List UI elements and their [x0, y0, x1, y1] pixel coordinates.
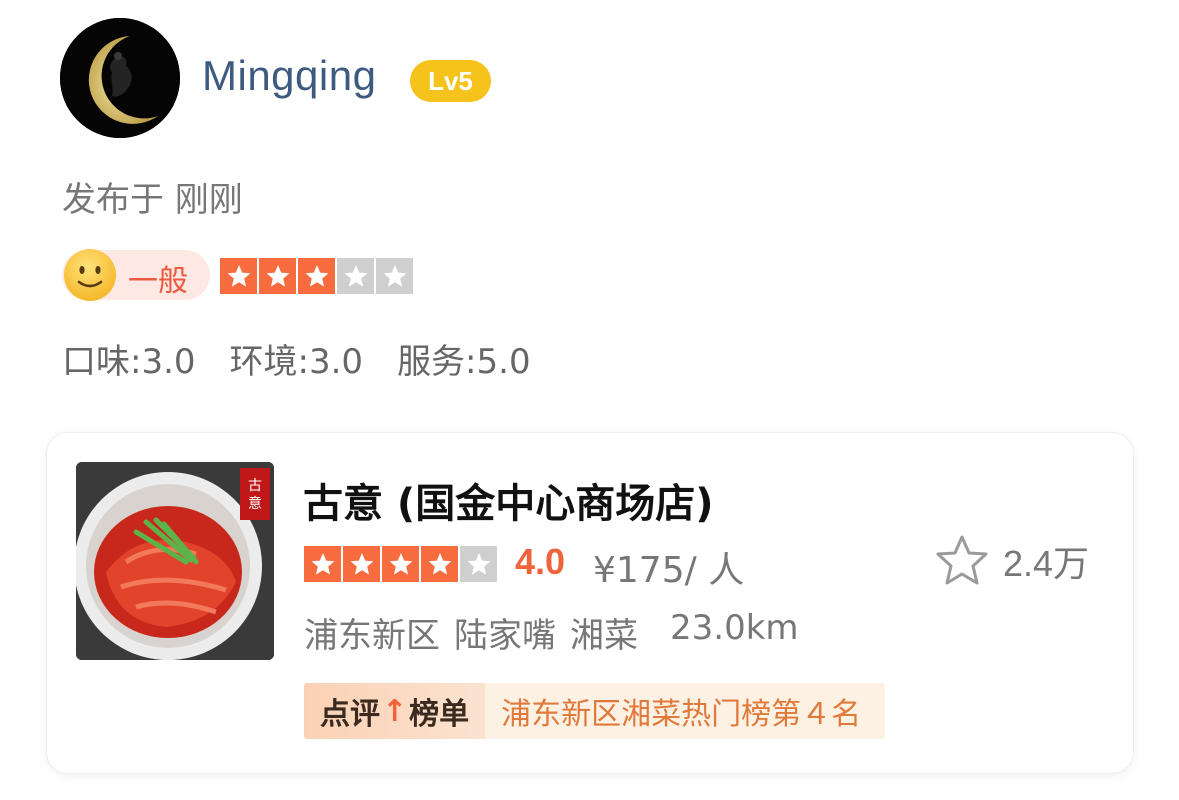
svg-text:古: 古	[248, 478, 262, 494]
shop-score: 4.0	[515, 541, 566, 582]
favorite-count: 2.4万	[1003, 543, 1090, 584]
mood-tag: 一般	[62, 249, 210, 301]
ranking-text: 浦东新区湘菜热门榜第４名	[485, 683, 886, 739]
star-filled-icon	[304, 546, 341, 582]
svg-text:意: 意	[248, 495, 262, 512]
mood-label: 一般	[128, 264, 188, 299]
shop-star-rating	[304, 546, 497, 582]
shop-card[interactable]: 古 意 古意 (国金中心商场店) 4.0 ¥175/ 人 2.4万 浦东新区 陆…	[46, 432, 1134, 774]
review-card: Mingqing Lv5 发布于 刚刚 一般 口味:3.0 环境:3.0 服务:…	[0, 0, 1179, 800]
dish-photo: 古 意	[76, 462, 274, 660]
star-filled-icon	[343, 546, 380, 582]
shop-name[interactable]: 古意 (国金中心商场店)	[303, 471, 714, 529]
ranking-brand-right: 榜单	[409, 697, 470, 732]
subscores: 口味:3.0 环境:3.0 服务:5.0	[62, 334, 531, 383]
shop-price: ¥175/ 人	[593, 550, 745, 591]
ranking-brand-left: 点评	[320, 697, 380, 732]
subscore-service: 服务:5.0	[397, 342, 531, 382]
publish-time: 发布于 刚刚	[62, 180, 243, 220]
subscore-taste: 口味:3.0	[62, 342, 196, 382]
star-filled-icon	[382, 546, 419, 582]
arrow-up-icon: ↑	[382, 693, 408, 729]
ranking-brand: 点评 ↑ 榜单	[304, 683, 486, 739]
star-empty-icon	[337, 258, 374, 294]
avatar-image	[60, 18, 180, 138]
review-star-rating	[220, 258, 413, 294]
ranking-tag[interactable]: 点评 ↑ 榜单 浦东新区湘菜热门榜第４名	[304, 683, 886, 739]
shop-meta: 浦东新区 陆家嘴 湘菜 23.0km	[304, 608, 799, 657]
avatar[interactable]	[60, 18, 180, 138]
shop-district: 浦东新区	[304, 616, 440, 656]
star-filled-icon	[298, 258, 335, 294]
star-filled-icon	[421, 546, 458, 582]
shop-thumbnail[interactable]: 古 意	[76, 462, 274, 660]
shop-area: 陆家嘴	[454, 616, 556, 656]
smile-face-icon	[64, 249, 116, 301]
star-empty-icon	[460, 546, 497, 582]
username[interactable]: Mingqing	[202, 52, 376, 100]
star-filled-icon	[220, 258, 257, 294]
favorite-button[interactable]: 2.4万	[933, 533, 1089, 589]
star-outline-icon	[936, 535, 988, 585]
shop-cuisine: 湘菜	[570, 616, 638, 656]
star-empty-icon	[376, 258, 413, 294]
star-filled-icon	[259, 258, 296, 294]
subscore-environment: 环境:3.0	[229, 342, 364, 382]
level-badge: Lv5	[410, 60, 491, 102]
shop-distance: 23.0km	[670, 608, 799, 648]
